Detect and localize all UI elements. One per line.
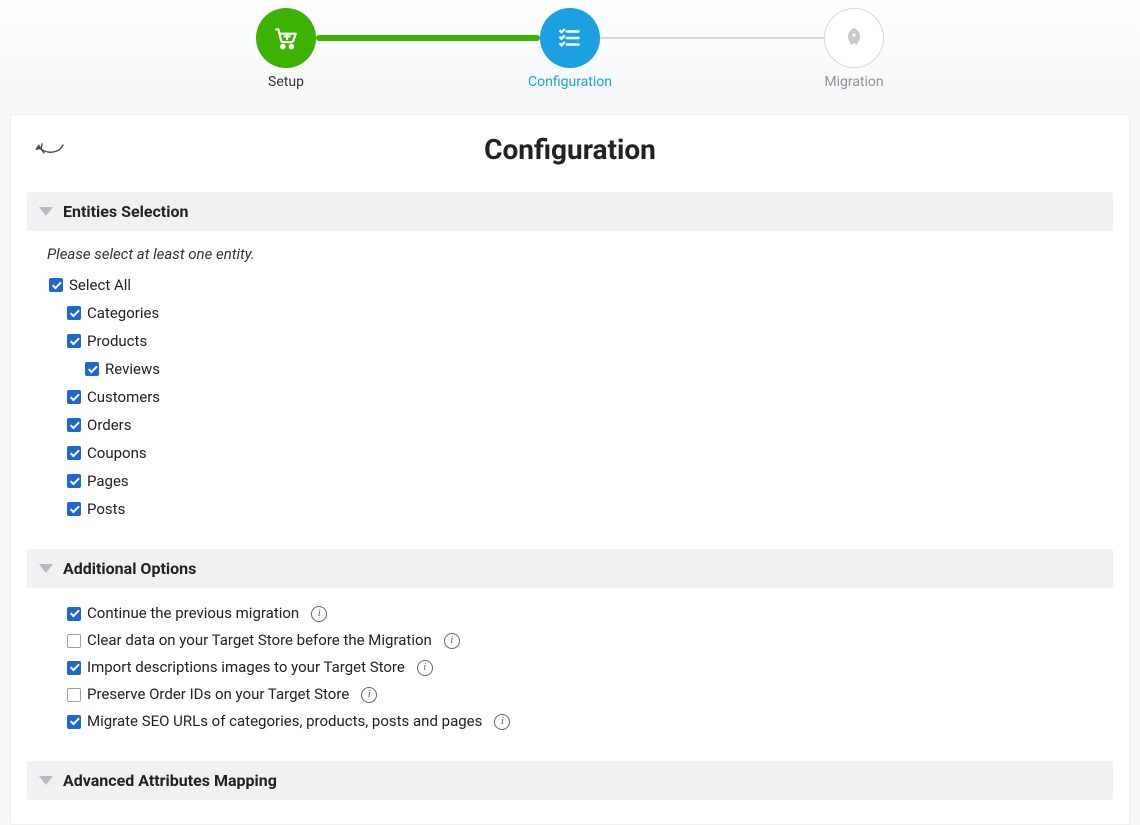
entity-orders-checkbox[interactable]	[67, 418, 81, 432]
step-migration: Migration	[824, 8, 884, 90]
entity-pages-checkbox[interactable]	[67, 474, 81, 488]
chevron-down-icon	[39, 207, 53, 216]
entity-label[interactable]: Posts	[87, 495, 125, 523]
entity-label[interactable]: Customers	[87, 383, 160, 411]
entity-customers-checkbox[interactable]	[67, 390, 81, 404]
option-label[interactable]: Import descriptions images to your Targe…	[87, 654, 405, 681]
cart-icon	[256, 8, 316, 68]
info-icon[interactable]: i	[444, 633, 460, 649]
option-preserve-order-ids-checkbox[interactable]	[67, 688, 81, 702]
entity-posts-checkbox[interactable]	[67, 502, 81, 516]
select-all-checkbox[interactable]	[49, 278, 63, 292]
chevron-down-icon	[39, 564, 53, 573]
option-migrate-seo-urls-checkbox[interactable]	[67, 715, 81, 729]
stepper-connector	[600, 37, 824, 39]
chevron-down-icon	[39, 776, 53, 785]
entity-label[interactable]: Reviews	[105, 355, 160, 383]
option-clear-data-checkbox[interactable]	[67, 634, 81, 648]
entity-coupons-checkbox[interactable]	[67, 446, 81, 460]
stepper-connector	[316, 35, 540, 41]
entity-label[interactable]: Products	[87, 327, 147, 355]
info-icon[interactable]: i	[361, 687, 377, 703]
section-title: Additional Options	[63, 559, 196, 578]
entity-label[interactable]: Coupons	[87, 439, 147, 467]
section-options-toggle[interactable]: Additional Options	[27, 549, 1113, 588]
option-import-images-checkbox[interactable]	[67, 661, 81, 675]
section-entities-toggle[interactable]: Entities Selection	[27, 192, 1113, 231]
stepper: Setup Configuration Migration	[0, 0, 1140, 90]
info-icon[interactable]: i	[311, 606, 327, 622]
entity-label[interactable]: Pages	[87, 467, 129, 495]
entity-products-checkbox[interactable]	[67, 334, 81, 348]
info-icon[interactable]: i	[494, 714, 510, 730]
section-title: Entities Selection	[63, 202, 188, 221]
page-title: Configuration	[27, 133, 1113, 166]
options-list: Continue the previous migration i Clear …	[27, 600, 1113, 735]
option-label[interactable]: Continue the previous migration	[87, 600, 299, 627]
entity-label[interactable]: Categories	[87, 299, 159, 327]
option-label[interactable]: Preserve Order IDs on your Target Store	[87, 681, 349, 708]
option-continue-previous-checkbox[interactable]	[67, 607, 81, 621]
step-label: Configuration	[528, 74, 612, 90]
configuration-card: Configuration Entities Selection Please …	[10, 114, 1130, 825]
entities-hint: Please select at least one entity.	[47, 245, 1113, 263]
step-label: Migration	[824, 74, 883, 90]
list-icon	[540, 8, 600, 68]
rocket-icon	[824, 8, 884, 68]
section-advanced-toggle[interactable]: Advanced Attributes Mapping	[27, 761, 1113, 800]
select-all-label[interactable]: Select All	[69, 271, 131, 299]
info-icon[interactable]: i	[417, 660, 433, 676]
option-label[interactable]: Clear data on your Target Store before t…	[87, 627, 432, 654]
entity-categories-checkbox[interactable]	[67, 306, 81, 320]
step-setup[interactable]: Setup	[256, 8, 316, 90]
back-icon[interactable]	[33, 131, 67, 157]
step-label: Setup	[268, 74, 304, 90]
section-title: Advanced Attributes Mapping	[63, 771, 277, 790]
entity-label[interactable]: Orders	[87, 411, 132, 439]
step-configuration[interactable]: Configuration	[540, 8, 600, 90]
entity-reviews-checkbox[interactable]	[85, 362, 99, 376]
option-label[interactable]: Migrate SEO URLs of categories, products…	[87, 708, 482, 735]
